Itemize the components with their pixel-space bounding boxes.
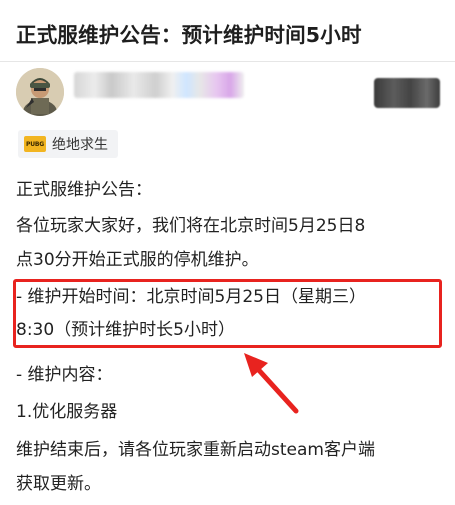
highlight-box [13, 279, 442, 348]
author-name-blurred[interactable] [74, 72, 244, 98]
annotation-arrow-icon [244, 353, 299, 414]
greeting-line-2: 点30分开始正式服的停机维护。 [16, 250, 259, 270]
game-tag-label: 绝地求生 [52, 137, 108, 153]
follow-button-blurred[interactable] [374, 78, 440, 108]
closing-line-2: 获取更新。 [16, 474, 101, 494]
game-tag[interactable]: PUBG 绝地求生 [18, 130, 118, 158]
player-avatar-icon [16, 68, 64, 116]
avatar[interactable] [16, 68, 64, 116]
pubg-logo-icon: PUBG [24, 136, 46, 152]
closing-line-1: 维护结束后，请各位玩家重新启动steam客户端 [16, 440, 375, 460]
content-heading: - 维护内容： [16, 365, 113, 385]
post-header: 正式服维护公告：预计维护时间5小时 [0, 0, 455, 62]
greeting-line-1: 各位玩家大家好，我们将在北京时间5月25日8 [16, 216, 366, 236]
game-logo-text: PUBG [26, 140, 44, 148]
content-item-1: 1.优化服务器 [16, 402, 118, 422]
notice-heading: 正式服维护公告： [16, 180, 152, 200]
post-title: 正式服维护公告：预计维护时间5小时 [16, 23, 362, 47]
